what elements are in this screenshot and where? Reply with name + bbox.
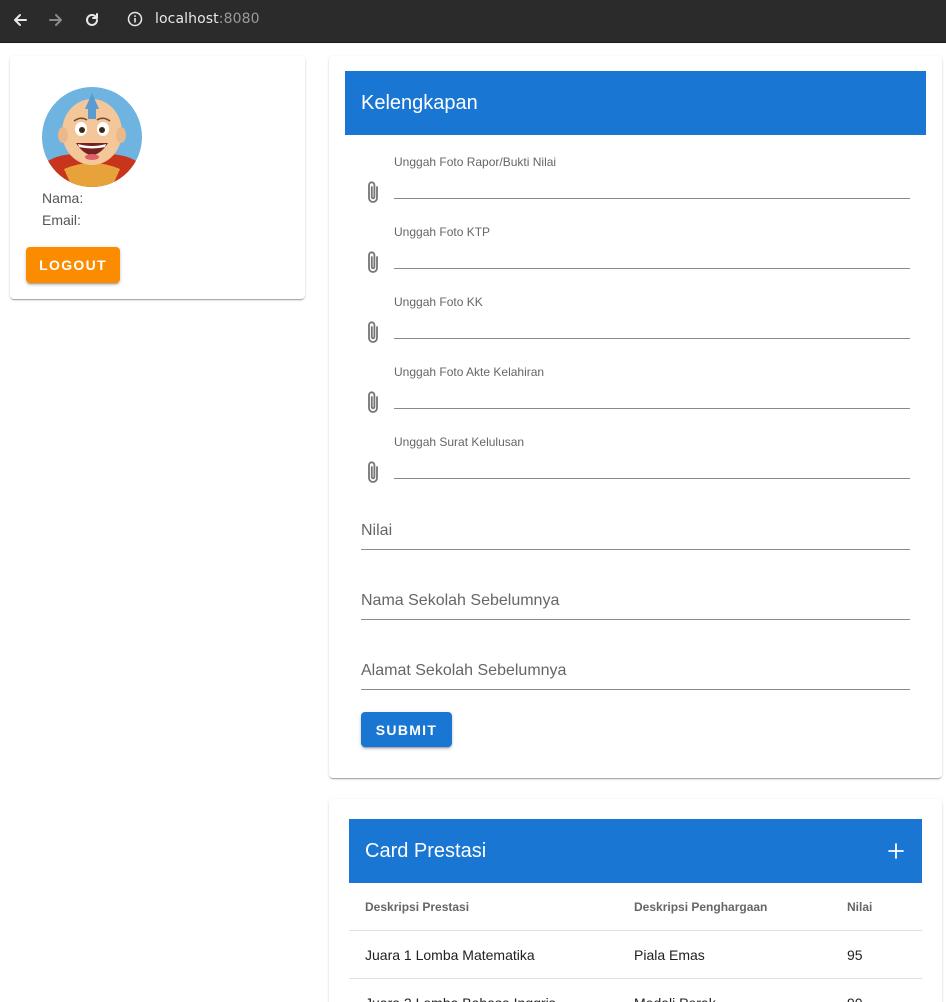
file-input-label: Unggah Foto Akte Kelahiran — [394, 365, 545, 379]
kelengkapan-header: Kelengkapan — [345, 71, 926, 135]
column-header[interactable]: Deskripsi Prestasi — [365, 883, 469, 931]
file-input-label: Unggah Foto KK — [394, 295, 483, 309]
prestasi-header: Card Prestasi — [349, 819, 922, 883]
file-input-kelulusan[interactable]: Unggah Surat Kelulusan — [361, 435, 910, 495]
table-cell: Piala Emas — [634, 947, 705, 963]
table-row[interactable]: Juara 1 Lomba Matematika Piala Emas 95 — [349, 931, 922, 979]
file-input-label: Unggah Foto KTP — [394, 225, 491, 239]
paperclip-icon[interactable] — [363, 319, 383, 345]
input-underline — [394, 198, 910, 199]
paperclip-icon[interactable] — [363, 249, 383, 275]
table-cell: Juara 1 Lomba Matematika — [365, 947, 535, 963]
back-arrow-icon[interactable] — [9, 9, 31, 31]
column-header[interactable]: Deskripsi Penghargaan — [634, 883, 767, 931]
input-underline — [394, 478, 910, 479]
column-header[interactable]: Nilai — [847, 883, 872, 931]
prestasi-title: Card Prestasi — [365, 839, 487, 862]
file-input-label: Unggah Surat Kelulusan — [394, 435, 525, 449]
table-cell: 95 — [847, 947, 863, 963]
kelengkapan-title: Kelengkapan — [361, 91, 478, 114]
prestasi-card: Card Prestasi Deskripsi Prestasi Deskrip… — [329, 799, 942, 1002]
alamat-sekolah-label: Alamat Sekolah Sebelumnya — [361, 662, 567, 679]
forward-arrow-icon[interactable] — [45, 9, 67, 31]
logout-button[interactable]: LOGOUT — [26, 247, 120, 283]
table-cell: Medali Perak — [634, 979, 716, 1002]
submit-button[interactable]: SUBMIT — [361, 712, 452, 747]
paperclip-icon[interactable] — [363, 459, 383, 485]
input-underline — [361, 549, 910, 550]
input-underline — [394, 408, 910, 409]
paperclip-icon[interactable] — [363, 179, 383, 205]
address-bar[interactable]: localhost:8080 — [118, 4, 418, 34]
add-prestasi-button[interactable] — [884, 839, 908, 863]
alamat-sekolah-field[interactable]: Alamat Sekolah Sebelumnya — [361, 662, 910, 702]
prestasi-table: Deskripsi Prestasi Deskripsi Penghargaan… — [349, 883, 922, 1002]
table-row[interactable]: Juara 2 Lomba Bahasa Inggris Medali Pera… — [349, 979, 922, 1002]
profile-email-label: Email: — [42, 212, 81, 228]
nilai-label: Nilai — [361, 522, 393, 539]
paperclip-icon[interactable] — [363, 389, 383, 415]
plus-icon[interactable] — [887, 842, 905, 860]
input-underline — [394, 268, 910, 269]
profile-name-label: Nama: — [42, 190, 84, 206]
file-input-kk[interactable]: Unggah Foto KK — [361, 295, 910, 355]
profile-card: Nama: Email: LOGOUT — [10, 56, 305, 299]
nilai-field[interactable]: Nilai — [361, 522, 910, 562]
table-cell: 90 — [847, 979, 863, 1002]
input-underline — [361, 619, 910, 620]
info-icon[interactable] — [127, 11, 143, 27]
table-cell: Juara 2 Lomba Bahasa Inggris — [365, 979, 556, 1002]
input-underline — [394, 338, 910, 339]
nama-sekolah-label: Nama Sekolah Sebelumnya — [361, 592, 560, 609]
file-input-akte[interactable]: Unggah Foto Akte Kelahiran — [361, 365, 910, 425]
reload-icon[interactable] — [81, 9, 103, 31]
file-input-ktp[interactable]: Unggah Foto KTP — [361, 225, 910, 285]
kelengkapan-card: Kelengkapan Unggah Foto Rapor/Bukti Nila… — [329, 56, 942, 778]
file-input-label: Unggah Foto Rapor/Bukti Nilai — [394, 155, 557, 169]
browser-toolbar: localhost:8080 — [0, 0, 946, 43]
nama-sekolah-field[interactable]: Nama Sekolah Sebelumnya — [361, 592, 910, 632]
url-text[interactable]: localhost:8080 — [155, 11, 260, 27]
input-underline — [361, 689, 910, 690]
avatar — [42, 87, 142, 187]
table-header-row: Deskripsi Prestasi Deskripsi Penghargaan… — [349, 883, 922, 931]
file-input-rapor[interactable]: Unggah Foto Rapor/Bukti Nilai — [361, 155, 910, 215]
